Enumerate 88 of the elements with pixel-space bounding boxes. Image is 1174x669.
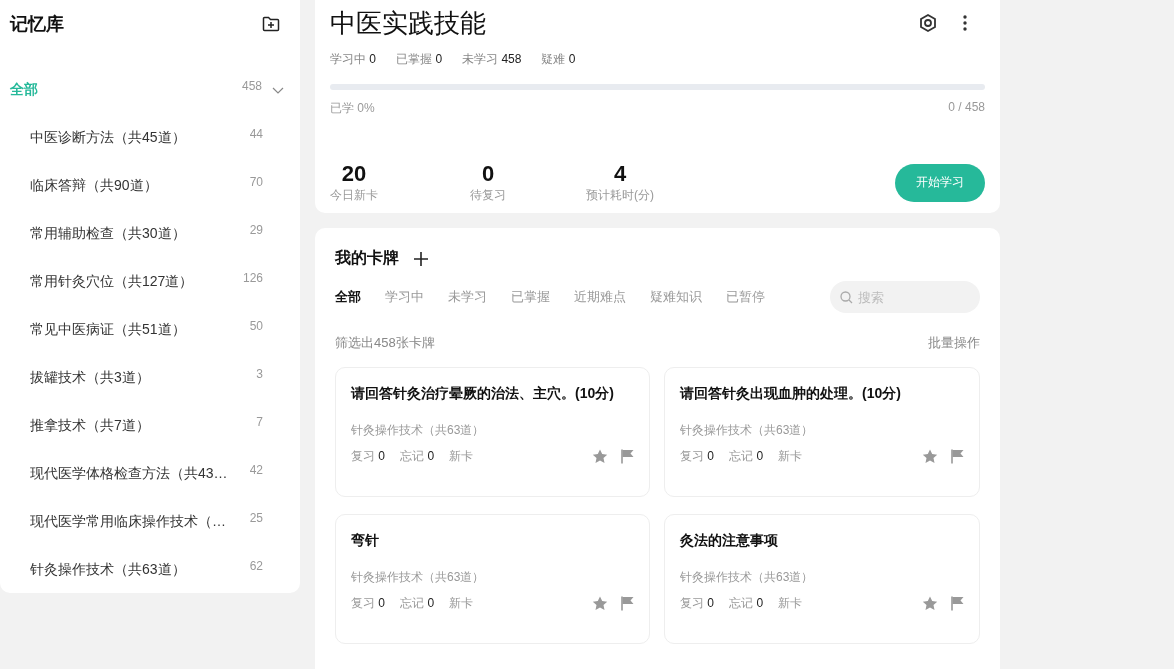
more-icon[interactable] [963,15,967,31]
progress-label: 已学 0% [330,100,375,117]
sidebar-item[interactable]: 中医诊断方法（共45道） 44 [0,114,300,162]
panel-title: 我的卡牌 [335,248,399,268]
card-tag: 新卡 [449,595,474,612]
sidebar-item[interactable]: 针灸操作技术（共63道） 62 [0,546,300,594]
sidebar-item[interactable]: 现代医学体格检查方法（共43… 42 [0,450,300,498]
search-icon [840,291,853,304]
item-count: 458 [241,79,262,93]
chevron-icon[interactable] [272,86,284,94]
sidebar-item[interactable]: 拔罐技术（共3道） 3 [0,354,300,402]
item-count: 70 [249,175,263,189]
forget-count: 忘记 0 [400,595,435,612]
item-count: 62 [249,559,263,573]
flash-card[interactable]: 弯针 针灸操作技术（共63道） 复习 0 忘记 0 新卡 [335,514,650,644]
item-label: 临床答辩（共90道） [30,177,159,195]
card-deck: 针灸操作技术（共63道） [351,569,486,586]
batch-action-link[interactable]: 批量操作 [928,334,980,352]
flag-icon[interactable] [621,596,634,611]
item-label: 中医诊断方法（共45道） [30,129,187,147]
sidebar-item[interactable]: 现代医学常用临床操作技术（… 25 [0,498,300,546]
sidebar-item[interactable]: 推拿技术（共7道） 7 [0,402,300,450]
item-count: 126 [242,271,263,285]
item-count: 25 [249,511,263,525]
settings-icon[interactable] [918,13,938,33]
sidebar-title: 记忆库 [10,13,64,36]
flag-icon[interactable] [621,449,634,464]
sidebar-item[interactable]: 临床答辩（共90道） 70 [0,162,300,210]
flag-icon[interactable] [951,596,964,611]
item-label: 常见中医病证（共51道） [30,321,187,339]
add-folder-icon[interactable] [262,16,280,32]
star-icon[interactable] [922,449,938,464]
forget-count: 忘记 0 [729,595,764,612]
star-icon[interactable] [592,596,608,611]
card-title: 请回答针灸治疗晕厥的治法、主穴。(10分) [351,384,615,403]
sidebar-item[interactable]: 常用针灸穴位（共127道） 126 [0,258,300,306]
item-count: 44 [249,127,263,141]
card-tag: 新卡 [778,595,803,612]
stat-label: 待复习 [470,187,506,204]
item-count: 3 [256,367,263,381]
item-label: 现代医学常用临床操作技术（… [30,513,227,531]
card-title: 弯针 [351,531,380,550]
item-count: 42 [249,463,263,477]
review-count: 复习 0 [351,595,386,612]
status-count: 已掌握 0 [396,51,443,68]
item-label: 拔罐技术（共3道） [30,369,151,387]
plus-icon[interactable] [414,251,428,266]
status-count: 疑难 0 [541,51,576,68]
item-label: 常用辅助检查（共30道） [30,225,187,243]
stat-value: 4 [613,161,627,187]
stat-label: 预计耗时(分) [586,187,654,204]
card-deck: 针灸操作技术（共63道） [680,422,815,439]
filter-summary: 筛选出458张卡牌 [335,334,435,352]
item-count: 50 [249,319,263,333]
progress-reading: 0 / 458 [948,100,985,116]
flash-card[interactable]: 灸法的注意事项 针灸操作技术（共63道） 复习 0 忘记 0 新卡 [664,514,980,644]
star-icon[interactable] [922,596,938,611]
deck-title: 中医实践技能 [330,7,486,40]
stat-value: 0 [481,161,495,187]
review-count: 复习 0 [680,448,715,465]
sidebar-item[interactable]: 常用辅助检查（共30道） 29 [0,210,300,258]
stat-value: 20 [341,161,367,187]
review-count: 复习 0 [680,595,715,612]
item-label: 全部 [10,81,39,99]
flash-card[interactable]: 请回答针灸治疗晕厥的治法、主穴。(10分) 针灸操作技术（共63道） 复习 0 忘记 0 新卡 [335,367,650,497]
status-count: 学习中 0 [330,51,377,68]
filter-tab[interactable]: 全部 [335,288,361,306]
card-title: 请回答针灸出现血肿的处理。(10分) [680,384,902,403]
sidebar-item[interactable]: 常见中医病证（共51道） 50 [0,306,300,354]
item-count: 29 [249,223,263,237]
card-tag: 新卡 [778,448,803,465]
flash-card[interactable]: 请回答针灸出现血肿的处理。(10分) 针灸操作技术（共63道） 复习 0 忘记 0 新卡 [664,367,980,497]
review-count: 复习 0 [351,448,386,465]
card-tag: 新卡 [449,448,474,465]
flag-icon[interactable] [951,449,964,464]
card-title: 灸法的注意事项 [680,531,779,550]
forget-count: 忘记 0 [400,448,435,465]
forget-count: 忘记 0 [729,448,764,465]
item-count: 7 [256,415,263,429]
item-label: 常用针灸穴位（共127道） [30,273,195,291]
item-label: 推拿技术（共7道） [30,417,151,435]
item-label: 针灸操作技术（共63道） [30,561,187,579]
card-deck: 针灸操作技术（共63道） [680,569,815,586]
card-deck: 针灸操作技术（共63道） [351,422,486,439]
item-label: 现代医学体格检查方法（共43… [30,465,229,483]
stat-label: 今日新卡 [330,187,378,204]
star-icon[interactable] [592,449,608,464]
status-count: 未学习 458 [462,51,522,68]
